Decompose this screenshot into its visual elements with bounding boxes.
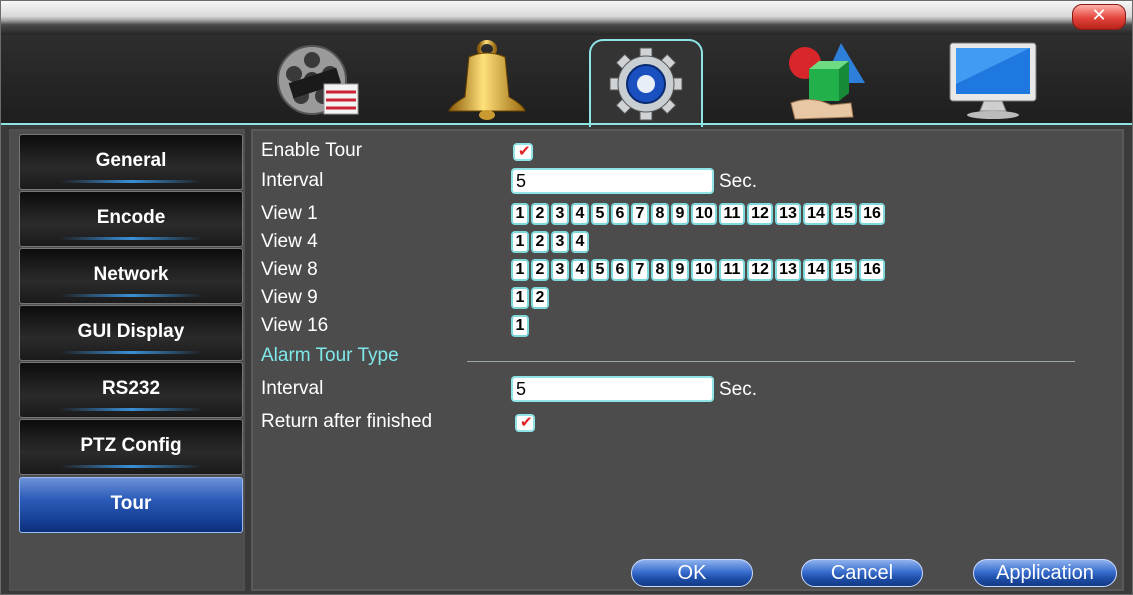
close-button[interactable]: ✕ <box>1072 4 1126 30</box>
sidebar-item-encode[interactable]: Encode <box>19 191 243 247</box>
channel-button[interactable]: 1 <box>511 315 529 337</box>
channel-button[interactable]: 6 <box>611 259 629 281</box>
channel-button[interactable]: 2 <box>531 231 549 253</box>
sidebar-item-network[interactable]: Network <box>19 248 243 304</box>
sidebar-item-gui-display[interactable]: GUI Display <box>19 305 243 361</box>
view-label: View 4 <box>261 231 318 252</box>
channel-button[interactable]: 14 <box>803 203 829 225</box>
top-icon-bar <box>1 35 1132 127</box>
channel-button[interactable]: 13 <box>775 203 801 225</box>
channel-button[interactable]: 2 <box>531 259 549 281</box>
sidebar-item-rs232[interactable]: RS232 <box>19 362 243 418</box>
channel-button[interactable]: 10 <box>691 203 717 225</box>
channel-button[interactable]: 1 <box>511 287 529 309</box>
view-8-channel-row: 1 2 3 4 5 6 7 8 9 10 11 12 13 14 15 16 <box>511 259 885 281</box>
channel-button[interactable]: 10 <box>691 259 717 281</box>
interval-input[interactable]: 5 <box>511 168 714 194</box>
sidebar-item-ptz-config[interactable]: PTZ Config <box>19 419 243 475</box>
alarm-tour-type-heading: Alarm Tour Type <box>261 345 399 366</box>
sidebar-item-label: GUI Display <box>77 321 185 342</box>
channel-button[interactable]: 1 <box>511 259 529 281</box>
alarm-interval-unit: Sec. <box>719 379 758 400</box>
view-1-channel-row: 1 2 3 4 5 6 7 8 9 10 11 12 13 14 15 16 <box>511 203 885 225</box>
view-label: View 8 <box>261 259 318 280</box>
sidebar-item-tour[interactable]: Tour <box>19 477 243 533</box>
channel-button[interactable]: 12 <box>747 203 773 225</box>
film-reel-icon <box>277 45 359 115</box>
checkmark-icon: ✔ <box>518 142 531 160</box>
channel-button[interactable]: 1 <box>511 203 529 225</box>
application-button[interactable]: Application <box>973 559 1117 587</box>
channel-button[interactable]: 1 <box>511 231 529 253</box>
channel-button[interactable]: 15 <box>831 259 857 281</box>
channel-button[interactable]: 2 <box>531 203 549 225</box>
channel-button[interactable]: 14 <box>803 259 829 281</box>
tab-advanced[interactable] <box>771 39 881 121</box>
channel-button[interactable]: 11 <box>719 259 745 281</box>
ok-button[interactable]: OK <box>631 559 753 587</box>
view-16-channel-row: 1 <box>511 315 529 337</box>
interval-label: Interval <box>261 170 324 191</box>
settings-window: ✕ General Encode Network GUI Display RS2… <box>0 0 1133 595</box>
tab-record[interactable] <box>263 39 373 121</box>
close-icon: ✕ <box>1091 5 1107 26</box>
tour-settings-panel: Enable Tour ✔ Interval 5 Sec. View 1 123… <box>251 129 1124 591</box>
sidebar-item-label: PTZ Config <box>80 435 182 456</box>
sidebar-item-label: General <box>95 150 167 171</box>
channel-button[interactable]: 11 <box>719 203 745 225</box>
return-after-finished-checkbox[interactable]: ✔ <box>515 413 535 432</box>
channel-button[interactable]: 4 <box>571 231 589 253</box>
view-label: View 16 <box>261 315 329 336</box>
sidebar-item-label: Network <box>93 264 169 285</box>
channel-button[interactable]: 13 <box>775 259 801 281</box>
sidebar-item-label: Tour <box>110 493 152 514</box>
cancel-button[interactable]: Cancel <box>801 559 923 587</box>
tab-underline <box>1 123 1132 125</box>
bell-icon <box>448 40 526 120</box>
channel-button[interactable]: 6 <box>611 203 629 225</box>
return-after-finished-label: Return after finished <box>261 411 433 432</box>
channel-button[interactable]: 8 <box>651 259 669 281</box>
sidebar-item-general[interactable]: General <box>19 134 243 190</box>
channel-button[interactable]: 5 <box>591 259 609 281</box>
channel-button[interactable]: 7 <box>631 259 649 281</box>
channel-button[interactable]: 4 <box>571 203 589 225</box>
channel-button[interactable]: 3 <box>551 259 569 281</box>
channel-button[interactable]: 5 <box>591 203 609 225</box>
alarm-interval-label: Interval <box>261 378 324 399</box>
sidebar: General Encode Network GUI Display RS232… <box>9 129 245 591</box>
channel-button[interactable]: 2 <box>531 287 549 309</box>
view-label: View 9 <box>261 287 318 308</box>
gear-icon <box>609 47 683 121</box>
channel-button[interactable]: 9 <box>671 259 689 281</box>
alarm-interval-input[interactable]: 5 <box>511 376 714 402</box>
view-4-channel-row: 1234 <box>511 231 589 253</box>
channel-button[interactable]: 3 <box>551 231 569 253</box>
sidebar-item-label: RS232 <box>101 378 161 399</box>
enable-tour-checkbox[interactable]: ✔ <box>513 142 533 161</box>
enable-tour-label: Enable Tour <box>261 140 363 161</box>
monitor-icon <box>949 42 1037 119</box>
channel-button[interactable]: 7 <box>631 203 649 225</box>
channel-button[interactable]: 8 <box>651 203 669 225</box>
tab-info[interactable] <box>939 39 1049 121</box>
channel-button[interactable]: 12 <box>747 259 773 281</box>
channel-button[interactable]: 9 <box>671 203 689 225</box>
view-9-channel-row: 12 <box>511 287 549 309</box>
view-label: View 1 <box>261 203 318 224</box>
channel-button[interactable]: 16 <box>859 259 885 281</box>
channel-button[interactable]: 16 <box>859 203 885 225</box>
sidebar-item-label: Encode <box>96 207 166 228</box>
channel-button[interactable]: 4 <box>571 259 589 281</box>
channel-button[interactable]: 3 <box>551 203 569 225</box>
checkmark-icon: ✔ <box>520 413 533 431</box>
channel-button[interactable]: 15 <box>831 203 857 225</box>
title-bar: ✕ <box>1 1 1132 35</box>
tab-system[interactable] <box>589 39 703 127</box>
tab-alarm[interactable] <box>429 39 539 121</box>
interval-unit: Sec. <box>719 171 758 192</box>
section-divider <box>467 361 1075 362</box>
shapes-icon <box>789 43 865 120</box>
